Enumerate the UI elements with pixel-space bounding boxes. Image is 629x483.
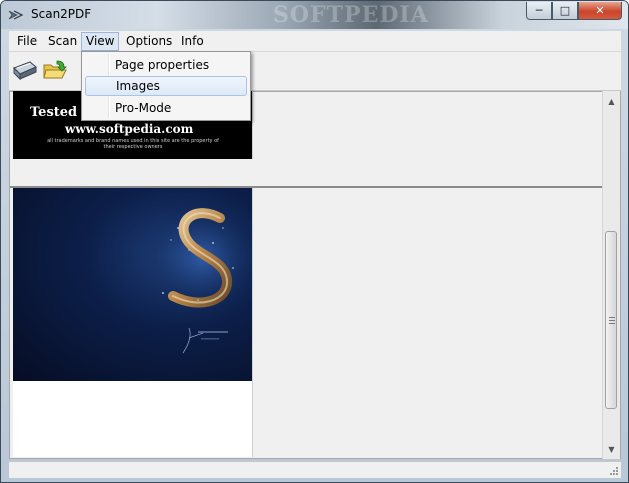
scroll-down-button[interactable]: ▼ <box>603 441 620 457</box>
scanner-icon <box>13 61 37 81</box>
menu-item-pro-mode[interactable]: Pro-Mode <box>85 98 247 118</box>
grip-line <box>609 317 615 318</box>
minimize-button[interactable]: ─ <box>526 2 552 20</box>
menu-item-page-properties[interactable]: Page properties <box>85 55 247 75</box>
open-folder-icon <box>43 60 67 79</box>
app-icon <box>8 10 24 20</box>
page-thumbnail-2[interactable] <box>13 188 252 381</box>
open-button[interactable] <box>41 56 69 84</box>
page-1-border <box>252 91 253 159</box>
menu-scan[interactable]: Scan <box>44 33 81 50</box>
menu-bar: File Scan View Options Info <box>9 31 621 52</box>
view-menu-dropdown: Page properties Images Pro-Mode <box>81 51 251 121</box>
grip-line <box>609 320 615 321</box>
vertical-scrollbar[interactable]: ▲ ▼ <box>602 91 620 459</box>
close-icon: ✕ <box>595 4 605 17</box>
maximize-button[interactable]: □ <box>552 2 578 20</box>
close-button[interactable]: ✕ <box>578 2 622 20</box>
resize-grip-icon[interactable] <box>609 466 619 476</box>
maximize-icon: □ <box>559 4 571 17</box>
thumb1-url: www.softpedia.com <box>65 122 194 136</box>
menu-view[interactable]: View <box>81 32 120 51</box>
scroll-up-button[interactable]: ▲ <box>603 93 620 109</box>
window-title: Scan2PDF <box>31 7 92 21</box>
grip-line <box>609 323 615 324</box>
softpedia-s-logo-image <box>143 203 252 354</box>
menu-info[interactable]: Info <box>177 33 208 50</box>
thumb1-small-text: all trademarks and brand names used in t… <box>47 138 219 150</box>
menu-options[interactable]: Options <box>122 33 176 50</box>
minimize-icon: ─ <box>535 4 543 17</box>
page-2-margin <box>13 381 252 457</box>
app-window: SOFTPEDIA Scan2PDF ─ □ ✕ File Scan View … <box>0 0 629 483</box>
softpedia-watermark: SOFTPEDIA <box>273 2 429 28</box>
title-bar[interactable]: SOFTPEDIA Scan2PDF ─ □ ✕ <box>1 1 628 29</box>
page-2-border <box>252 188 253 457</box>
window-controls: ─ □ ✕ <box>526 2 622 20</box>
status-bar <box>9 461 621 478</box>
scan-button[interactable] <box>11 56 39 84</box>
scroll-up-icon: ▲ <box>608 96 615 106</box>
scroll-down-icon: ▼ <box>608 444 615 454</box>
menu-file[interactable]: File <box>13 33 41 50</box>
menu-item-images[interactable]: Images <box>85 76 247 96</box>
scroll-thumb[interactable] <box>605 231 617 409</box>
